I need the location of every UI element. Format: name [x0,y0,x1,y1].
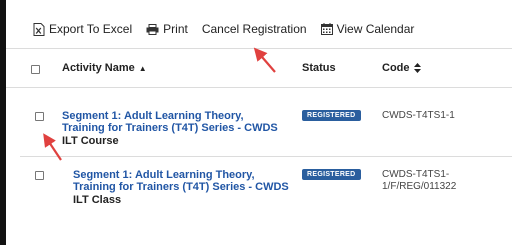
excel-icon [33,22,45,36]
sort-both-icon [413,63,421,73]
status-header-label: Status [302,62,336,74]
activity-name-header[interactable]: Activity Name ▲ [62,62,147,74]
view-calendar-label: View Calendar [336,22,415,36]
code-header[interactable]: Code [382,62,421,74]
row-2-checkbox[interactable] [35,171,44,180]
cancel-registration-button[interactable]: Cancel Registration [202,22,307,36]
sort-ascending-icon: ▲ [138,63,147,73]
row-1-code: CWDS-T4TS1-1 [382,110,455,122]
header-divider [6,87,512,88]
toolbar-divider [6,48,512,49]
export-label: Export To Excel [49,22,133,36]
row-1-activity-link[interactable]: Segment 1: Adult Learning Theory, Traini… [62,110,278,134]
row-1-title-line-2: Training for Trainers (T4T) Series - CWD… [62,122,278,134]
row-1-checkbox[interactable] [35,112,44,121]
status-header: Status [302,62,336,74]
calendar-icon [320,23,333,35]
select-all-checkbox[interactable] [31,65,40,74]
view-calendar-button[interactable]: View Calendar [320,22,415,36]
row-1-status-badge: REGISTERED [302,110,361,121]
toolbar: Export To Excel Print Cancel Registratio… [33,20,428,38]
row-2-activity-type: ILT Class [73,194,122,206]
printer-icon [146,23,159,35]
row-1-title-line-1: Segment 1: Adult Learning Theory, [62,110,244,122]
print-button[interactable]: Print [146,22,188,36]
row-2-title-line-1: Segment 1: Adult Learning Theory, [73,169,255,181]
export-to-excel-button[interactable]: Export To Excel [33,22,132,36]
row-2-title-line-2: Training for Trainers (T4T) Series - CWD… [73,181,289,193]
print-label: Print [163,22,188,36]
row-2-code-line-2: 1/F/REG/011322 [382,181,457,192]
row-1-activity-type: ILT Course [62,135,119,147]
arrow-to-cancel-registration [253,47,276,73]
row-2-status-badge: REGISTERED [302,169,361,180]
row-2-code-line-1: CWDS-T4TS1- [382,169,450,180]
row-divider [20,156,512,157]
left-edge-bar [0,0,6,245]
cancel-registration-label: Cancel Registration [201,22,307,36]
row-2-activity-link[interactable]: Segment 1: Adult Learning Theory, Traini… [73,169,289,193]
row-2-code: CWDS-T4TS1- 1/F/REG/011322 [382,169,456,193]
activity-name-header-label: Activity Name [62,62,135,74]
row-1-code-line-1: CWDS-T4TS1-1 [382,110,455,121]
code-header-label: Code [382,62,410,74]
